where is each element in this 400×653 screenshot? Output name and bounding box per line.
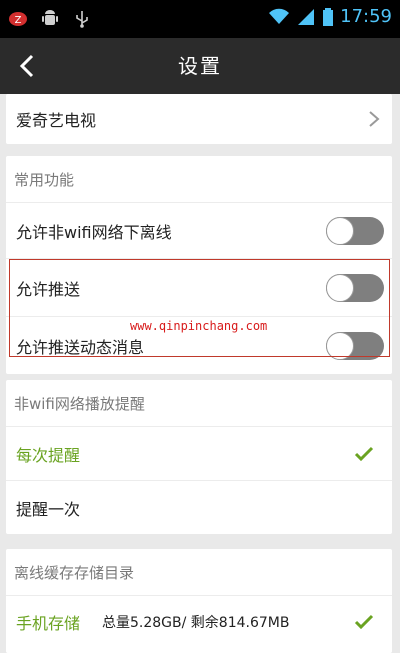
- usb-icon: [76, 11, 88, 28]
- battery-icon: [323, 7, 334, 26]
- clock: 17:59: [340, 6, 392, 27]
- toggle-knob: [326, 273, 354, 302]
- svg-text:Z: Z: [15, 15, 22, 26]
- toggle-knob: [326, 331, 354, 360]
- storage-header: 离线缓存存储目录: [14, 563, 135, 582]
- non-wifi-reminder-header: 非wifi网络播放提醒: [14, 394, 145, 413]
- offline-non-wifi-row: 允许非wifi网络下离线: [6, 202, 392, 258]
- non-wifi-reminder-card: 非wifi网络播放提醒 每次提醒 提醒一次: [6, 380, 392, 534]
- common-functions-header: 常用功能: [14, 170, 75, 189]
- offline-non-wifi-toggle[interactable]: [326, 216, 384, 245]
- allow-push-row: 允许推送: [6, 258, 392, 316]
- checkmark-icon: [354, 614, 374, 629]
- common-functions-card: 常用功能 允许非wifi网络下离线 允许推送 允许推送动态消息: [6, 156, 392, 374]
- allow-push-label: 允许推送: [16, 279, 81, 299]
- offline-non-wifi-label: 允许非wifi网络下离线: [16, 222, 172, 242]
- app-toolbar: 设置: [0, 38, 400, 94]
- remind-every-time-label: 每次提醒: [16, 445, 81, 465]
- remind-once-row[interactable]: 提醒一次: [6, 480, 392, 534]
- remind-every-time-row[interactable]: 每次提醒: [6, 426, 392, 480]
- signal-icon: [298, 8, 315, 25]
- storage-card: 离线缓存存储目录 手机存储 总量5.28GB/ 剩余814.67MB: [6, 549, 392, 653]
- antivirus-icon: Z: [9, 12, 27, 26]
- phone-storage-row[interactable]: 手机存储 总量5.28GB/ 剩余814.67MB: [6, 595, 392, 647]
- remind-once-label: 提醒一次: [16, 499, 81, 519]
- phone-storage-label: 手机存储: [16, 613, 81, 633]
- wifi-icon: [269, 8, 290, 24]
- android-icon: [42, 10, 58, 25]
- status-bar: Z 17:59: [0, 0, 400, 38]
- account-label: 爱奇艺电视: [16, 111, 97, 130]
- allow-push-toggle[interactable]: [326, 273, 384, 302]
- account-row[interactable]: 爱奇艺电视: [6, 94, 392, 144]
- account-card: 爱奇艺电视: [6, 94, 392, 144]
- checkmark-icon: [354, 446, 374, 461]
- toggle-knob: [326, 216, 354, 245]
- page-title: 设置: [178, 54, 222, 78]
- chevron-right-icon: [369, 111, 380, 127]
- watermark-text: www.qinpinchang.com: [130, 319, 268, 333]
- storage-capacity: 总量5.28GB/ 剩余814.67MB: [102, 614, 290, 631]
- allow-push-dynamic-label: 允许推送动态消息: [16, 337, 145, 357]
- allow-push-dynamic-toggle[interactable]: [326, 331, 384, 360]
